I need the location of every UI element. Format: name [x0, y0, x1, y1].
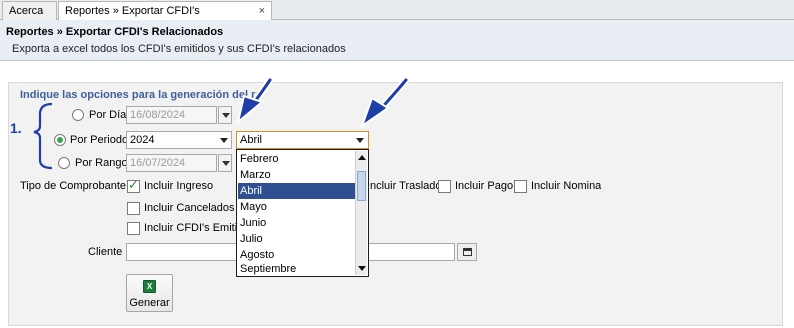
incluir-cancelados-label: Incluir Cancelados [144, 202, 235, 214]
generar-button[interactable]: X Generar [126, 274, 173, 312]
chevron-down-icon [356, 138, 364, 143]
page-title: Reportes » Exportar CFDI's Relacionados [6, 26, 224, 38]
por-periodo-month-select[interactable]: Abril [236, 131, 369, 149]
incluir-ingreso-checkbox[interactable] [127, 178, 140, 193]
month-option-selected[interactable]: Abril [238, 183, 355, 199]
incluir-cancelados-checkbox[interactable] [127, 202, 140, 215]
radio-por-periodo[interactable] [54, 134, 66, 146]
por-dia-date-dropdown[interactable] [218, 106, 232, 124]
incluir-nomina-checkbox[interactable] [514, 180, 527, 193]
tab-strip: Acerca de Reportes » Exportar CFDI's Rel… [0, 0, 794, 35]
por-dia-date-field[interactable]: 16/08/2024 [126, 106, 217, 124]
chevron-down-icon [220, 138, 228, 143]
month-option[interactable]: Julio [238, 231, 355, 247]
radio-por-dia-label: Por Día [89, 109, 127, 121]
incluir-emitidos-label: Incluir CFDI's Emitid [144, 222, 244, 234]
close-icon[interactable]: × [259, 2, 265, 20]
month-option[interactable]: Septiembre [238, 263, 355, 275]
radio-por-rango-label: Por Rango [75, 157, 128, 169]
annotation-number: 1. [10, 120, 22, 136]
month-option[interactable]: Agosto [238, 247, 355, 263]
tab-exportar-cfdi[interactable]: Reportes » Exportar CFDI's Relacionados … [58, 1, 272, 35]
cliente-label: Cliente [88, 246, 123, 258]
month-list-scrollbar[interactable] [355, 151, 367, 275]
tab-acerca-de[interactable]: Acerca de [2, 1, 57, 35]
por-rango-date-field[interactable]: 16/07/2024 [126, 154, 217, 172]
incluir-ingreso-label: Incluir Ingreso [144, 180, 214, 192]
page-subtitle: Exporta a excel todos los CFDI's emitido… [12, 43, 346, 55]
page-header: Reportes » Exportar CFDI's Relacionados … [0, 20, 794, 61]
scroll-thumb[interactable] [357, 171, 366, 201]
radio-por-periodo-label: Por Periodo [70, 134, 129, 146]
por-rango-date-dropdown[interactable] [218, 154, 232, 172]
scroll-down-icon[interactable] [356, 262, 368, 275]
por-periodo-year-select[interactable]: 2024 [126, 131, 232, 149]
lookup-icon [463, 248, 472, 256]
incluir-pago-checkbox[interactable] [438, 180, 451, 193]
options-legend: Indique las opciones para la generación … [20, 89, 262, 101]
tipo-comprobante-label: Tipo de Comprobante [20, 180, 126, 192]
incluir-nomina-label: Incluir Nomina [531, 180, 602, 192]
cliente-lookup-button[interactable] [457, 243, 477, 261]
month-option[interactable]: Junio [238, 215, 355, 231]
excel-icon: X [143, 280, 156, 293]
month-dropdown-list[interactable]: Febrero Marzo Abril Mayo Junio Julio Ago… [236, 149, 369, 277]
radio-por-rango[interactable] [58, 157, 70, 169]
month-option[interactable]: Marzo [238, 167, 355, 183]
incluir-traslado-label: ncluir Traslado [370, 180, 442, 192]
month-option[interactable]: Mayo [238, 199, 355, 215]
month-option[interactable]: Febrero [238, 151, 355, 167]
scroll-up-icon[interactable] [356, 151, 368, 164]
incluir-pago-label: Incluir Pago [455, 180, 514, 192]
generar-label: Generar [129, 297, 170, 309]
incluir-emitidos-checkbox[interactable] [127, 222, 140, 235]
radio-por-dia[interactable] [72, 109, 84, 121]
